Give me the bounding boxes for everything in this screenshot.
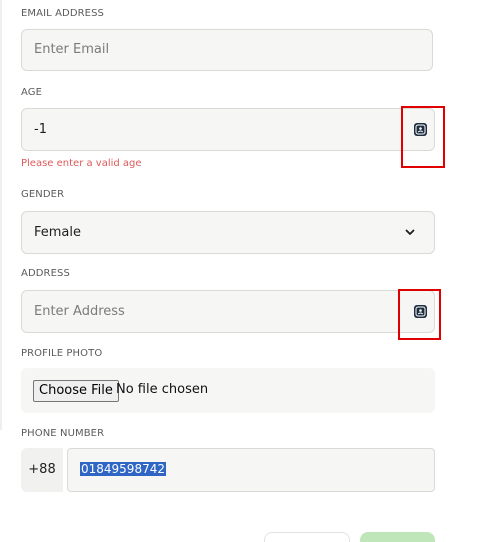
chevron-down-icon — [405, 229, 415, 235]
phone-country-prefix: +88 — [21, 448, 63, 492]
cancel-button[interactable] — [264, 532, 350, 542]
phone-label: PHONE NUMBER — [21, 428, 105, 439]
age-field[interactable]: -1 — [21, 108, 435, 151]
gender-label: GENDER — [21, 189, 65, 200]
address-field[interactable]: Enter Address — [21, 290, 435, 333]
age-label: AGE — [21, 87, 43, 98]
panel-divider — [0, 0, 2, 430]
address-label: ADDRESS — [21, 268, 70, 279]
address-placeholder: Enter Address — [34, 304, 125, 319]
registration-form: EMAIL ADDRESS Enter Email AGE -1 Please … — [0, 0, 499, 542]
choose-file-button[interactable]: Choose File — [33, 380, 119, 402]
age-highlight-box — [401, 106, 445, 168]
gender-selected-value: Female — [34, 225, 82, 240]
email-placeholder: Enter Email — [34, 42, 110, 57]
submit-button[interactable] — [360, 532, 435, 542]
address-highlight-box — [398, 289, 441, 340]
file-status-text: No file chosen — [116, 382, 209, 397]
age-error-message: Please enter a valid age — [21, 158, 142, 169]
email-label: EMAIL ADDRESS — [21, 8, 104, 19]
profile-photo-input: Choose File No file chosen — [21, 368, 435, 413]
phone-value: 01849598742 — [80, 462, 166, 476]
phone-field[interactable]: 01849598742 — [67, 448, 435, 492]
gender-select[interactable]: Female — [21, 211, 435, 254]
profile-photo-label: PROFILE PHOTO — [21, 348, 103, 359]
age-value: -1 — [34, 122, 47, 137]
email-field[interactable]: Enter Email — [21, 29, 433, 71]
